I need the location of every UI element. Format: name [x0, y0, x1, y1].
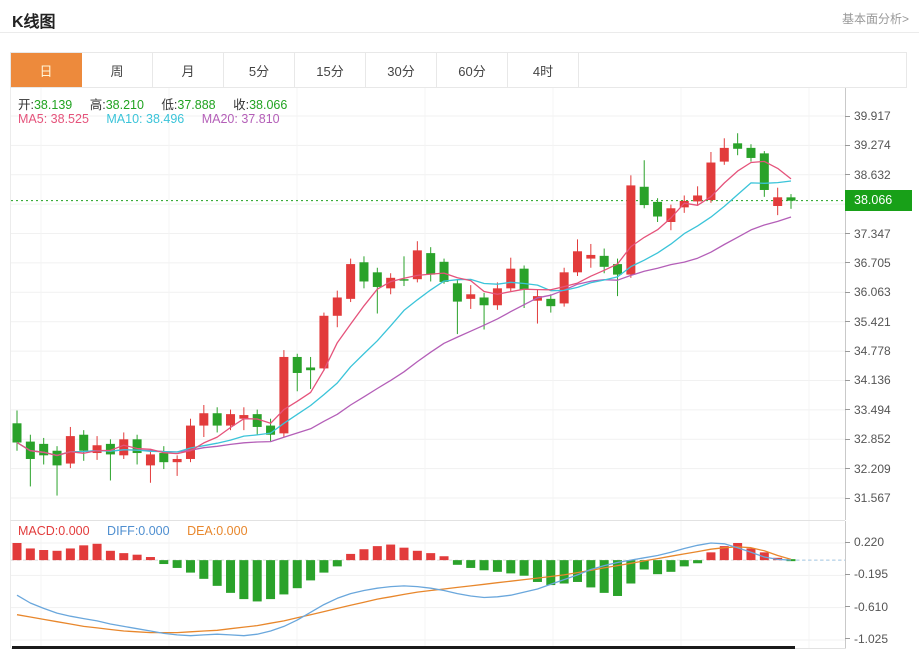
ma20-line — [17, 217, 791, 456]
diff-value: 0.000 — [138, 524, 169, 538]
candle — [760, 151, 769, 197]
macd-svg — [11, 521, 846, 649]
tab-周[interactable]: 周 — [82, 53, 153, 87]
candle — [106, 439, 115, 480]
candle — [720, 138, 729, 165]
low-value: 37.888 — [177, 98, 215, 112]
tab-4时[interactable]: 4时 — [508, 53, 579, 87]
candlestick-svg — [11, 88, 846, 520]
macd-axis-label: 0.220 — [845, 534, 884, 550]
low-label: 低: — [161, 98, 177, 112]
macd-readout: MACD:0.000 DIFF:0.000 DEA:0.000 — [18, 524, 248, 538]
candle — [653, 198, 662, 222]
candle — [746, 144, 755, 161]
candle — [573, 239, 582, 276]
candle — [66, 427, 75, 468]
candlestick-layer — [13, 133, 796, 495]
candle — [640, 160, 649, 208]
title-divider — [0, 32, 919, 33]
candle — [293, 354, 302, 392]
open-value: 38.139 — [34, 98, 72, 112]
interval-tabs: 日周月5分15分30分60分4时 — [10, 52, 907, 88]
candle — [346, 259, 355, 302]
ma10-label: MA10: — [106, 112, 142, 126]
candle — [533, 290, 542, 324]
tab-日[interactable]: 日 — [11, 53, 82, 87]
macd-axis-label: -0.610 — [845, 599, 888, 615]
candle — [426, 247, 435, 281]
macd-chart-panel[interactable] — [10, 520, 845, 648]
page-title: K线图 — [12, 8, 56, 32]
macd-axis-label: -0.195 — [845, 566, 888, 582]
candle — [253, 410, 262, 435]
dea-label: DEA: — [187, 524, 216, 538]
ma20-label: MA20: — [202, 112, 238, 126]
high-value: 38.210 — [106, 98, 144, 112]
candle — [213, 407, 222, 432]
macd-axis-label: -1.025 — [845, 631, 888, 647]
candle — [159, 446, 168, 469]
close-value: 38.066 — [249, 98, 287, 112]
tab-15分[interactable]: 15分 — [295, 53, 366, 87]
open-label: 开: — [18, 98, 34, 112]
candle — [626, 175, 635, 277]
candle — [453, 279, 462, 334]
ma-readout: MA5: 38.525 MA10: 38.496 MA20: 37.810 — [18, 112, 280, 126]
candle — [53, 446, 62, 495]
macd-value: 0.000 — [58, 524, 89, 538]
candle — [520, 265, 529, 308]
macd-axis: 0.220 -0.195 -0.610 -1.025 — [845, 0, 919, 649]
candle — [79, 430, 88, 461]
candle — [319, 313, 328, 371]
ma10-line — [17, 181, 791, 456]
candle — [306, 357, 315, 389]
candle — [186, 419, 195, 462]
current-price-tag: 38.066 — [845, 190, 912, 211]
macd-histogram-layer — [13, 543, 796, 601]
ma5-value: 38.525 — [51, 112, 89, 126]
candle — [173, 455, 182, 476]
high-label: 高: — [90, 98, 106, 112]
ma5-line — [17, 161, 791, 455]
candle — [400, 256, 409, 286]
diff-label: DIFF: — [107, 524, 138, 538]
dea-value: 0.000 — [216, 524, 247, 538]
ma10-value: 38.496 — [146, 112, 184, 126]
candle — [493, 282, 502, 309]
ma20-value: 37.810 — [241, 112, 279, 126]
candle — [373, 268, 382, 314]
candle — [440, 259, 449, 284]
candle — [586, 244, 595, 268]
candlestick-chart-panel[interactable] — [10, 88, 845, 520]
candle — [693, 186, 702, 204]
ma5-label: MA5: — [18, 112, 47, 126]
candle — [733, 133, 742, 155]
candle — [787, 194, 796, 209]
candle — [146, 450, 155, 483]
candle — [359, 256, 368, 288]
macd-label: MACD: — [18, 524, 58, 538]
tab-60分[interactable]: 60分 — [437, 53, 508, 87]
candle — [26, 435, 35, 487]
ohlc-readout: 开:38.139 高:38.210 低:37.888 收:38.066 — [18, 94, 287, 113]
tab-5分[interactable]: 5分 — [224, 53, 295, 87]
candle — [546, 294, 555, 312]
tab-30分[interactable]: 30分 — [366, 53, 437, 87]
candle — [706, 152, 715, 203]
close-label: 收: — [233, 98, 249, 112]
tab-月[interactable]: 月 — [153, 53, 224, 87]
candle — [466, 285, 475, 309]
candle — [773, 188, 782, 215]
kline-page: K线图 基本面分析> 日周月5分15分30分60分4时 开:38.139 高:3… — [0, 0, 919, 649]
